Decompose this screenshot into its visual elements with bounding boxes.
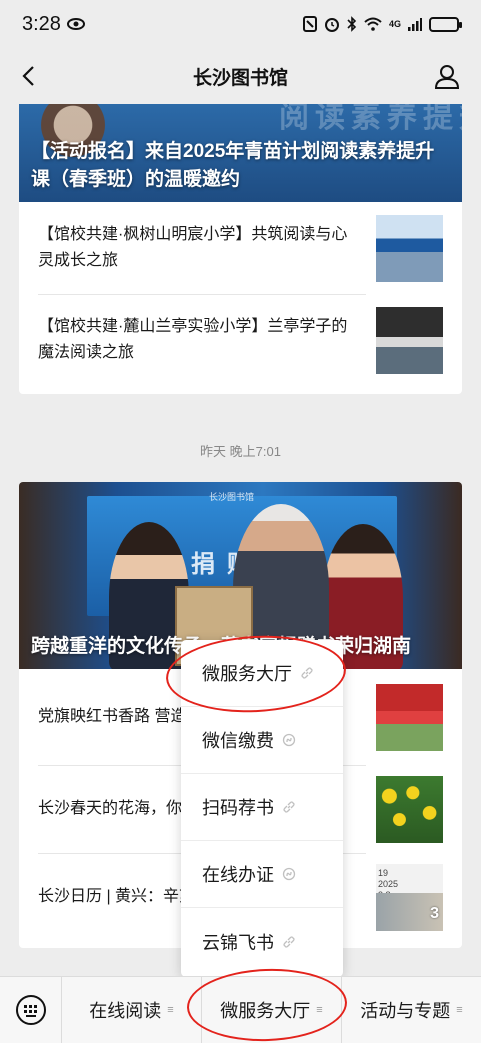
bottom-menu-bar: 在线阅读 ≡ 微服务大厅 ≡ 活动与专题 ≡: [0, 976, 481, 1043]
article-card-1: 阅读素养提升课 【活动报名】来自2025年青苗计划阅读素养提升课（春季班）的温暖…: [19, 104, 462, 394]
article-thumbnail: [376, 306, 443, 374]
message-timestamp: 昨天 晚上7:01: [200, 444, 281, 459]
submenu-popup: 微服务大厅 微信缴费 扫码荐书 在线办证 云锦飞书: [181, 640, 343, 977]
battery-icon: [429, 16, 462, 32]
library-logo: 长沙图书馆: [209, 492, 255, 502]
bottom-menu-label: 微服务大厅: [220, 1001, 311, 1021]
status-bar: 3:28 4G: [0, 0, 481, 48]
article-thumbnail: [376, 214, 443, 282]
bottom-menu-label: 在线阅读: [89, 1001, 162, 1021]
link-icon: [301, 667, 313, 679]
submenu-item-online-card[interactable]: 在线办证: [181, 841, 343, 908]
submenu-item-label: 云锦飞书: [202, 932, 274, 953]
network-type: 4G: [388, 19, 401, 29]
page-title: 长沙图书馆: [192, 67, 288, 89]
bluetooth-icon: [347, 16, 357, 32]
image-count-badge: 3: [430, 904, 439, 922]
nfc-icon: [302, 16, 317, 32]
link-icon: [283, 801, 295, 813]
submenu-item-label: 扫码荐书: [202, 798, 274, 818]
submenu-item-label: 微信缴费: [202, 731, 274, 751]
submenu-item-micro-service-hall[interactable]: 微服务大厅: [181, 640, 343, 707]
alarm-icon: [324, 18, 339, 32]
article-title: 【馆校共建·枫树山明宸小学】共筑阅读与心灵成长之旅: [38, 226, 348, 269]
menu-lines-icon: ≡: [316, 1004, 323, 1016]
menu-lines-icon: ≡: [456, 1004, 463, 1016]
article-title: 【馆校共建·麓山兰亭实验小学】兰亭学子的魔法阅读之旅: [38, 318, 348, 361]
article-thumbnail: 19 2025 3 8 3: [376, 863, 443, 931]
article-thumbnail: [376, 775, 443, 843]
back-icon[interactable]: [16, 62, 44, 90]
bottom-menu-events-topics[interactable]: 活动与专题 ≡: [342, 977, 481, 1043]
nav-bar: 长沙图书馆: [0, 48, 481, 104]
submenu-item-yunjin-feishu[interactable]: 云锦飞书: [181, 908, 343, 975]
list-item[interactable]: 【馆校共建·枫树山明宸小学】共筑阅读与心灵成长之旅: [19, 202, 462, 294]
eye-icon: [66, 18, 85, 30]
link-icon: [283, 935, 295, 948]
list-item[interactable]: 【馆校共建·麓山兰亭实验小学】兰亭学子的魔法阅读之旅: [19, 294, 462, 386]
profile-icon[interactable]: [433, 62, 461, 90]
submenu-item-wechat-pay[interactable]: 微信缴费: [181, 707, 343, 774]
keyboard-toggle-button[interactable]: [0, 977, 62, 1043]
menu-lines-icon: ≡: [167, 1004, 174, 1016]
keyboard-icon: [15, 995, 46, 1025]
submenu-item-label: 在线办证: [202, 865, 274, 885]
article-banner-1[interactable]: 阅读素养提升课 【活动报名】来自2025年青苗计划阅读素养提升课（春季班）的温暖…: [19, 104, 462, 202]
bottom-menu-online-reading[interactable]: 在线阅读 ≡: [62, 977, 202, 1043]
banner-deco-text: 阅读素养提升课: [279, 104, 462, 134]
bottom-menu-label: 活动与专题: [360, 1001, 451, 1021]
miniprogram-icon: [282, 867, 296, 881]
submenu-item-label: 微服务大厅: [202, 664, 292, 684]
submenu-item-scan-recommend[interactable]: 扫码荐书: [181, 774, 343, 841]
signal-icon: [408, 18, 422, 31]
miniprogram-icon: [282, 733, 296, 747]
wifi-icon: [364, 17, 382, 31]
status-time: 3:28: [22, 12, 61, 35]
bottom-menu-micro-service-hall[interactable]: 微服务大厅 ≡: [202, 977, 342, 1043]
banner-title: 【活动报名】来自2025年青苗计划阅读素养提升课（春季班）的温暖邀约: [31, 141, 435, 190]
article-thumbnail: [376, 683, 443, 751]
